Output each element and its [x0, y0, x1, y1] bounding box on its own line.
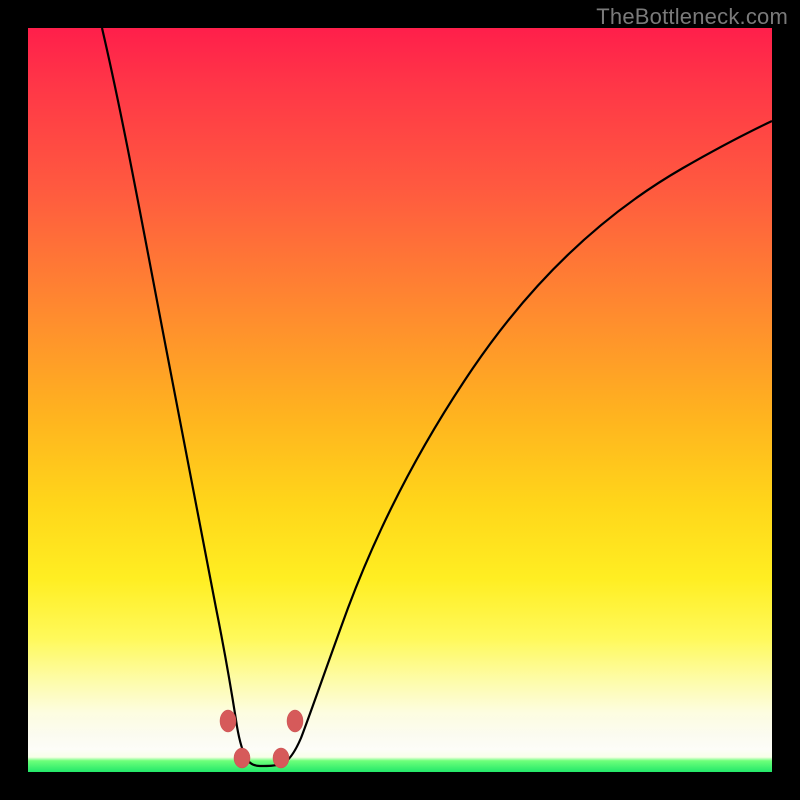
curve-layer: [28, 28, 772, 772]
bead-upper-left: [220, 710, 236, 732]
bead-lower-left: [234, 748, 250, 768]
plot-area: [28, 28, 772, 772]
bead-lower-right: [273, 748, 289, 768]
bead-group: [220, 710, 303, 768]
watermark-text: TheBottleneck.com: [596, 4, 788, 30]
chart-frame: TheBottleneck.com: [0, 0, 800, 800]
bead-upper-right: [287, 710, 303, 732]
bottleneck-curve: [102, 28, 772, 766]
